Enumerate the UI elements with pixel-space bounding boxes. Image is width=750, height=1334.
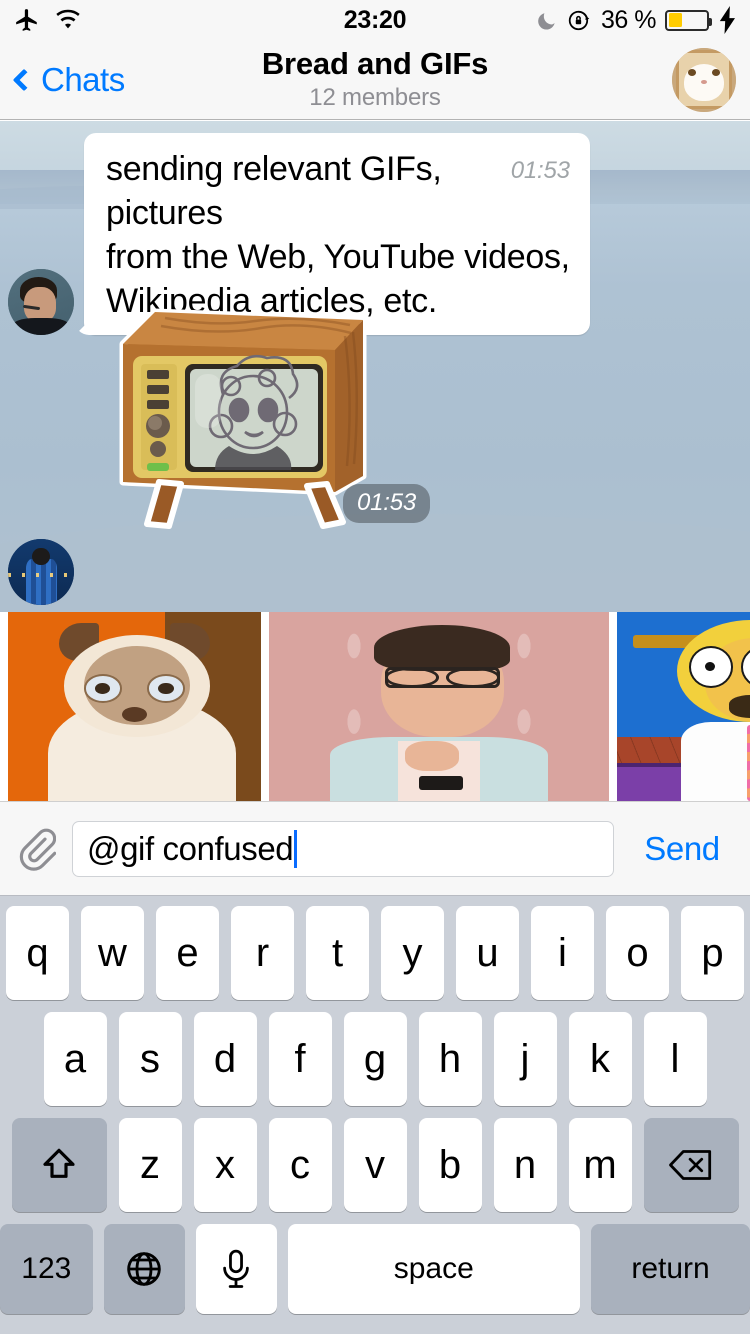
key-i[interactable]: i [531,906,594,1000]
key-r[interactable]: r [231,906,294,1000]
key-f[interactable]: f [268,1012,332,1106]
message-row-sticker[interactable]: 01:53 [95,286,430,541]
rotation-lock-icon [568,10,590,30]
status-bar-right: 36 % [536,6,738,35]
message-input-bar: @gif confused Send [0,801,750,896]
key-k[interactable]: k [568,1012,632,1106]
key-h[interactable]: h [418,1012,482,1106]
dictation-key[interactable] [195,1224,277,1314]
key-v[interactable]: v [343,1118,407,1212]
key-a[interactable]: a [43,1012,107,1106]
key-w[interactable]: w [81,906,144,1000]
key-y[interactable]: y [381,906,444,1000]
send-button[interactable]: Send [614,830,750,868]
key-o[interactable]: o [606,906,669,1000]
text-cursor [294,829,298,868]
keyboard-row-3: zxcvbnm [0,1118,750,1212]
back-to-chats-button[interactable]: Chats [12,60,125,99]
avatar-man-with-headset[interactable] [8,269,74,335]
chevron-left-icon [12,68,36,91]
gif-homer-simpson[interactable] [617,612,750,801]
key-m[interactable]: m [568,1118,632,1212]
message-input-value: @gif confused [87,829,294,867]
message-timestamp: 01:53 [510,157,570,184]
key-z[interactable]: z [118,1118,182,1212]
key-d[interactable]: d [193,1012,257,1106]
do-not-disturb-moon-icon [538,13,555,30]
keyboard-row-3-letters: zxcvbnm [118,1118,632,1212]
backspace-delete-icon [669,1150,712,1180]
status-bar: 23:20 36 % [0,0,750,40]
cat-with-bread-avatar-art [672,47,736,112]
key-u[interactable]: u [456,906,519,1000]
numbers-key[interactable]: 123 [0,1224,93,1314]
message-input-field[interactable]: @gif confused [72,820,614,877]
key-n[interactable]: n [493,1118,557,1212]
return-key[interactable]: return [591,1224,750,1314]
on-screen-keyboard[interactable]: qwertyuiop asdfghjkl zxcvbnm 123 space r… [0,896,750,1334]
gif-results-strip[interactable] [0,612,750,801]
battery-percentage: 36 % [601,5,656,34]
globe-key[interactable] [103,1224,185,1314]
key-l[interactable]: l [643,1012,707,1106]
chat-message-area[interactable]: 01:53 sending relevant GIFs, pictures fr… [0,121,750,612]
shift-key[interactable] [11,1118,107,1212]
space-key[interactable]: space [287,1224,581,1314]
paperclip-icon [19,828,56,871]
group-avatar[interactable] [672,47,736,112]
key-x[interactable]: x [193,1118,257,1212]
battery-fill [668,13,682,27]
keyboard-row-1: qwertyuiop [0,906,750,1000]
gif-surprised-cat[interactable] [8,612,261,801]
shift-arrow-icon [43,1148,75,1178]
avatar-person-at-night[interactable] [8,539,74,605]
avatar-art [8,539,74,605]
backspace-key[interactable] [643,1118,739,1212]
sticker-timestamp: 01:53 [342,484,430,523]
attach-button[interactable] [0,827,72,871]
globe-language-icon [127,1252,161,1286]
battery-icon [665,9,712,31]
key-s[interactable]: s [118,1012,182,1106]
gif-thinking-man[interactable] [269,612,609,801]
keyboard-row-2: asdfghjkl [0,1012,750,1106]
telegram-chat-screen: 23:20 36 % Chats Bread and GIFs 12 membe… [0,0,750,1334]
key-t[interactable]: t [306,906,369,1000]
key-g[interactable]: g [343,1012,407,1106]
lightning-bolt-icon [719,6,735,34]
key-c[interactable]: c [268,1118,332,1212]
key-e[interactable]: e [156,906,219,1000]
navigation-bar: Chats Bread and GIFs 12 members [0,40,750,120]
key-j[interactable]: j [493,1012,557,1106]
microphone-icon [223,1249,249,1288]
keyboard-row-4: 123 space return [0,1224,750,1314]
key-b[interactable]: b [418,1118,482,1212]
key-p[interactable]: p [681,906,744,1000]
back-button-label: Chats [41,60,125,98]
key-q[interactable]: q [6,906,69,1000]
avatar-art [8,269,74,335]
